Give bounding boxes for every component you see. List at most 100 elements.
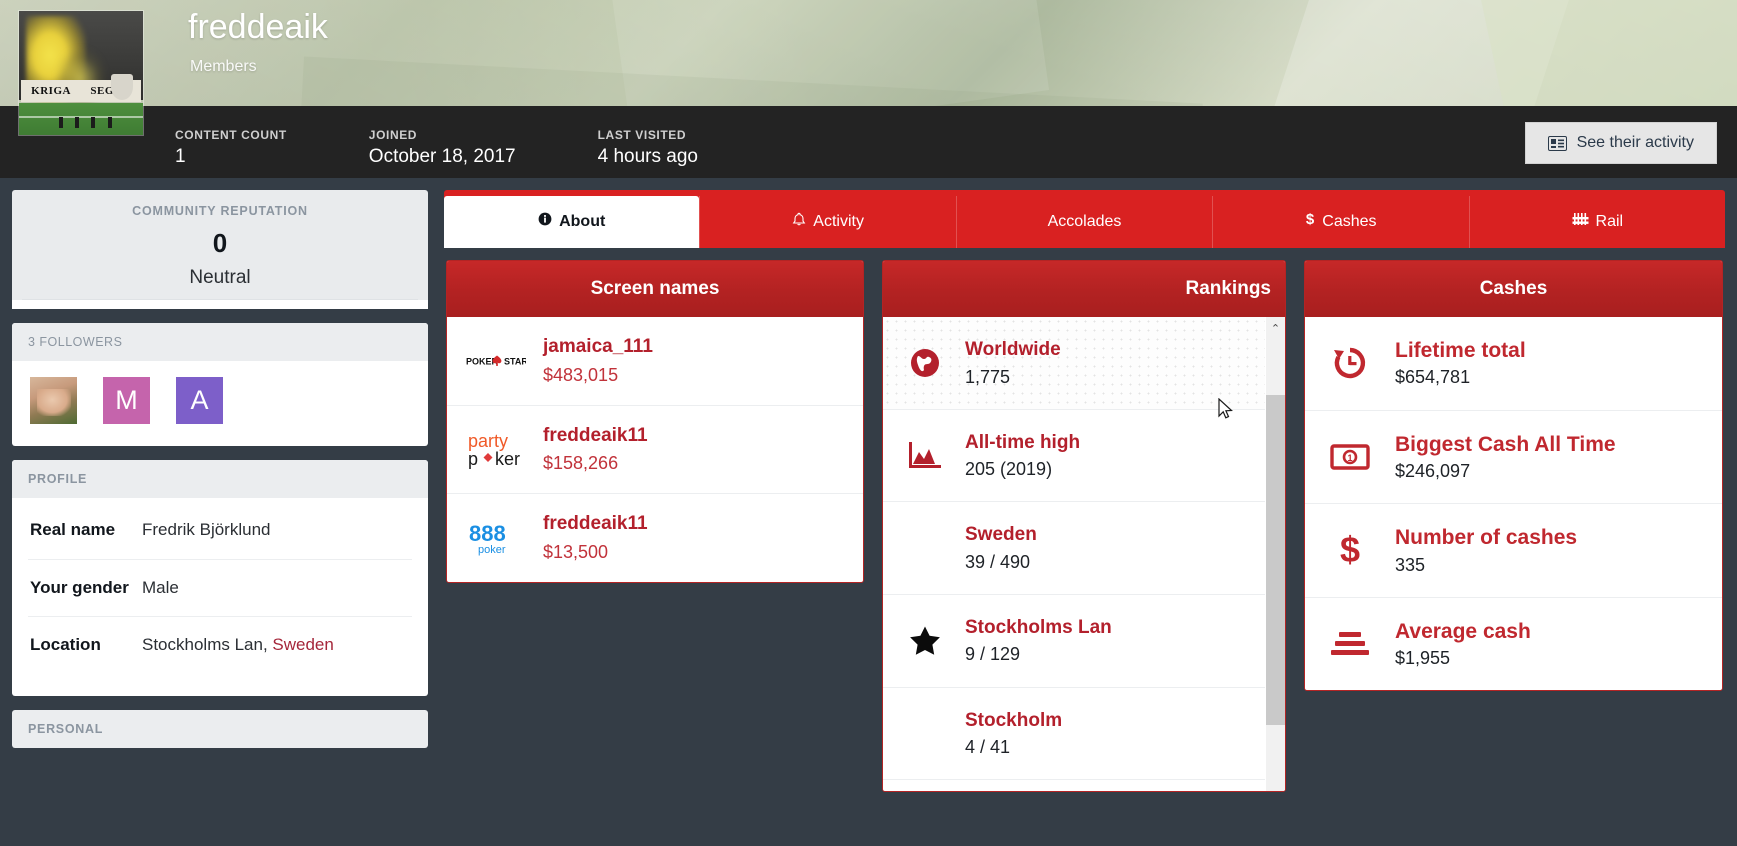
ranking-label: Stockholms Lan [965, 614, 1112, 642]
ranking-row-stockholm[interactable]: Stockholm 4 / 41 [883, 688, 1265, 781]
ranking-value: 39 / 490 [965, 549, 1037, 575]
scrollbar-thumb[interactable] [1266, 395, 1285, 725]
cash-row-average-cash[interactable]: Average cash $1,955 [1305, 598, 1722, 691]
dollar-icon: $ [1305, 211, 1315, 232]
tab-activity[interactable]: Activity [699, 196, 955, 248]
profile-tabs: About Activity Accolades $ Cashes [444, 190, 1725, 248]
ranking-row-worldwide[interactable]: Worldwide 1,775 [883, 317, 1265, 410]
followers-title: 3 FOLLOWERS [12, 323, 428, 361]
avatar[interactable]: KRIGASEGRA [18, 10, 144, 136]
ranking-label: All-time high [965, 429, 1080, 457]
screen-name-row[interactable]: 888 poker freddeaik11 $13,500 [447, 494, 863, 582]
ranking-value: 1,775 [965, 364, 1061, 390]
money-bill-icon: 1 [1327, 443, 1373, 471]
globe-icon [903, 347, 947, 379]
stat-label: CONTENT COUNT [175, 128, 287, 142]
stat-label: JOINED [369, 128, 516, 142]
ranking-row-all-time-high[interactable]: All-time high 205 (2019) [883, 410, 1265, 503]
ranking-row-sweden[interactable]: Sweden 39 / 490 [883, 502, 1265, 595]
see-their-activity-button[interactable]: See their activity [1525, 122, 1717, 164]
cash-info: Lifetime total $654,781 [1395, 336, 1526, 391]
info-icon [538, 212, 552, 231]
profile-row-real-name: Real name Fredrik Björklund [28, 502, 412, 560]
avatar-image: KRIGASEGRA [19, 11, 143, 135]
personal-title: PERSONAL [12, 710, 428, 748]
ranking-info: Stockholms Lan 9 / 129 [965, 614, 1112, 668]
screen-name-amount: $158,266 [543, 450, 648, 477]
svg-text:poker: poker [478, 544, 506, 556]
tab-accolades[interactable]: Accolades [956, 196, 1212, 248]
ranking-label: Stockholm [965, 707, 1062, 735]
cash-label: Lifetime total [1395, 336, 1526, 365]
screen-name-info: freddeaik11 $13,500 [543, 510, 648, 566]
svg-text:p: p [468, 449, 478, 469]
svg-text:$: $ [1306, 211, 1315, 227]
screen-names-panel: Screen names POKER STARS jamaica_111 $48… [446, 260, 864, 583]
888poker-logo-icon: 888 poker [465, 519, 527, 557]
ranking-info: Sweden 39 / 490 [965, 521, 1037, 575]
screen-name-row[interactable]: party p ker freddeaik11 $158,266 [447, 406, 863, 495]
see-their-activity-label: See their activity [1577, 134, 1694, 152]
stat-value: October 18, 2017 [369, 146, 516, 168]
cash-row-lifetime-total[interactable]: Lifetime total $654,781 [1305, 317, 1722, 411]
bell-icon [792, 212, 806, 232]
tab-about[interactable]: About [444, 196, 699, 248]
followers-card: 3 FOLLOWERS M A [12, 323, 428, 446]
field-value: Male [142, 576, 179, 601]
stat-content-count: CONTENT COUNT 1 [175, 128, 287, 168]
tab-label: Activity [813, 213, 864, 231]
ranking-label: Worldwide [965, 336, 1061, 364]
cash-row-number-of-cashes[interactable]: $ Number of cashes 335 [1305, 504, 1722, 598]
screen-name: freddeaik11 [543, 422, 648, 451]
ranking-info: Stockholm 4 / 41 [965, 707, 1062, 761]
personal-card: PERSONAL [12, 710, 428, 748]
follower-avatar[interactable] [30, 377, 77, 424]
scroll-down-icon[interactable]: ⌄ [1266, 780, 1285, 792]
id-card-icon [1548, 136, 1567, 151]
location-country-link[interactable]: Sweden [272, 635, 333, 654]
screen-name-amount: $13,500 [543, 539, 648, 566]
rankings-scrollbar[interactable]: ⌃ ⌄ [1266, 317, 1285, 792]
svg-text:STARS: STARS [504, 356, 526, 366]
cashes-panel: Cashes Lifetime total $654,781 [1304, 260, 1723, 691]
ranking-info: All-time high 205 (2019) [965, 429, 1080, 483]
field-label: Location [30, 633, 142, 658]
cash-label: Average cash [1395, 617, 1531, 646]
cash-info: Number of cashes 335 [1395, 523, 1577, 578]
location-text: Stockholms Lan, [142, 635, 272, 654]
tab-rail[interactable]: Rail [1469, 196, 1725, 248]
cash-info: Average cash $1,955 [1395, 617, 1531, 672]
field-value: Stockholms Lan, Sweden [142, 633, 334, 658]
screen-name-row[interactable]: POKER STARS jamaica_111 $483,015 [447, 317, 863, 406]
cash-label: Number of cashes [1395, 523, 1577, 552]
tab-label: Cashes [1322, 213, 1376, 231]
tab-cashes[interactable]: $ Cashes [1212, 196, 1468, 248]
svg-text:1: 1 [1347, 453, 1352, 463]
ranking-label: Sweden [965, 521, 1037, 549]
rankings-title: Rankings [883, 261, 1285, 317]
cash-value: $246,097 [1395, 459, 1616, 484]
profile-title: PROFILE [12, 460, 428, 498]
screen-names-title: Screen names [447, 261, 863, 317]
rail-icon [1572, 212, 1589, 231]
stat-joined: JOINED October 18, 2017 [369, 128, 516, 168]
scroll-up-icon[interactable]: ⌃ [1266, 317, 1285, 339]
member-group: Members [190, 58, 257, 76]
ranking-row-stockholms-lan[interactable]: Stockholms Lan 9 / 129 [883, 595, 1265, 688]
cashes-title: Cashes [1305, 261, 1722, 317]
main-content: About Activity Accolades $ Cashes [444, 190, 1725, 846]
reputation-title: COMMUNITY REPUTATION [12, 204, 428, 218]
bars-icon [1327, 629, 1373, 659]
cover-stats: CONTENT COUNT 1 JOINED October 18, 2017 … [175, 128, 780, 168]
partypoker-logo-icon: party p ker [465, 429, 527, 469]
follower-avatar[interactable]: M [103, 377, 150, 424]
reputation-score: 0 [12, 228, 428, 259]
sidebar: COMMUNITY REPUTATION 0 Neutral 3 FOLLOWE… [12, 190, 428, 846]
star-icon [903, 625, 947, 656]
field-value: Fredrik Björklund [142, 518, 271, 543]
ranking-value: 205 (2019) [965, 456, 1080, 482]
svg-text:$: $ [1340, 531, 1360, 569]
cash-row-biggest-cash[interactable]: 1 Biggest Cash All Time $246,097 [1305, 411, 1722, 505]
follower-avatar[interactable]: A [176, 377, 223, 424]
stat-label: LAST VISITED [598, 128, 698, 142]
